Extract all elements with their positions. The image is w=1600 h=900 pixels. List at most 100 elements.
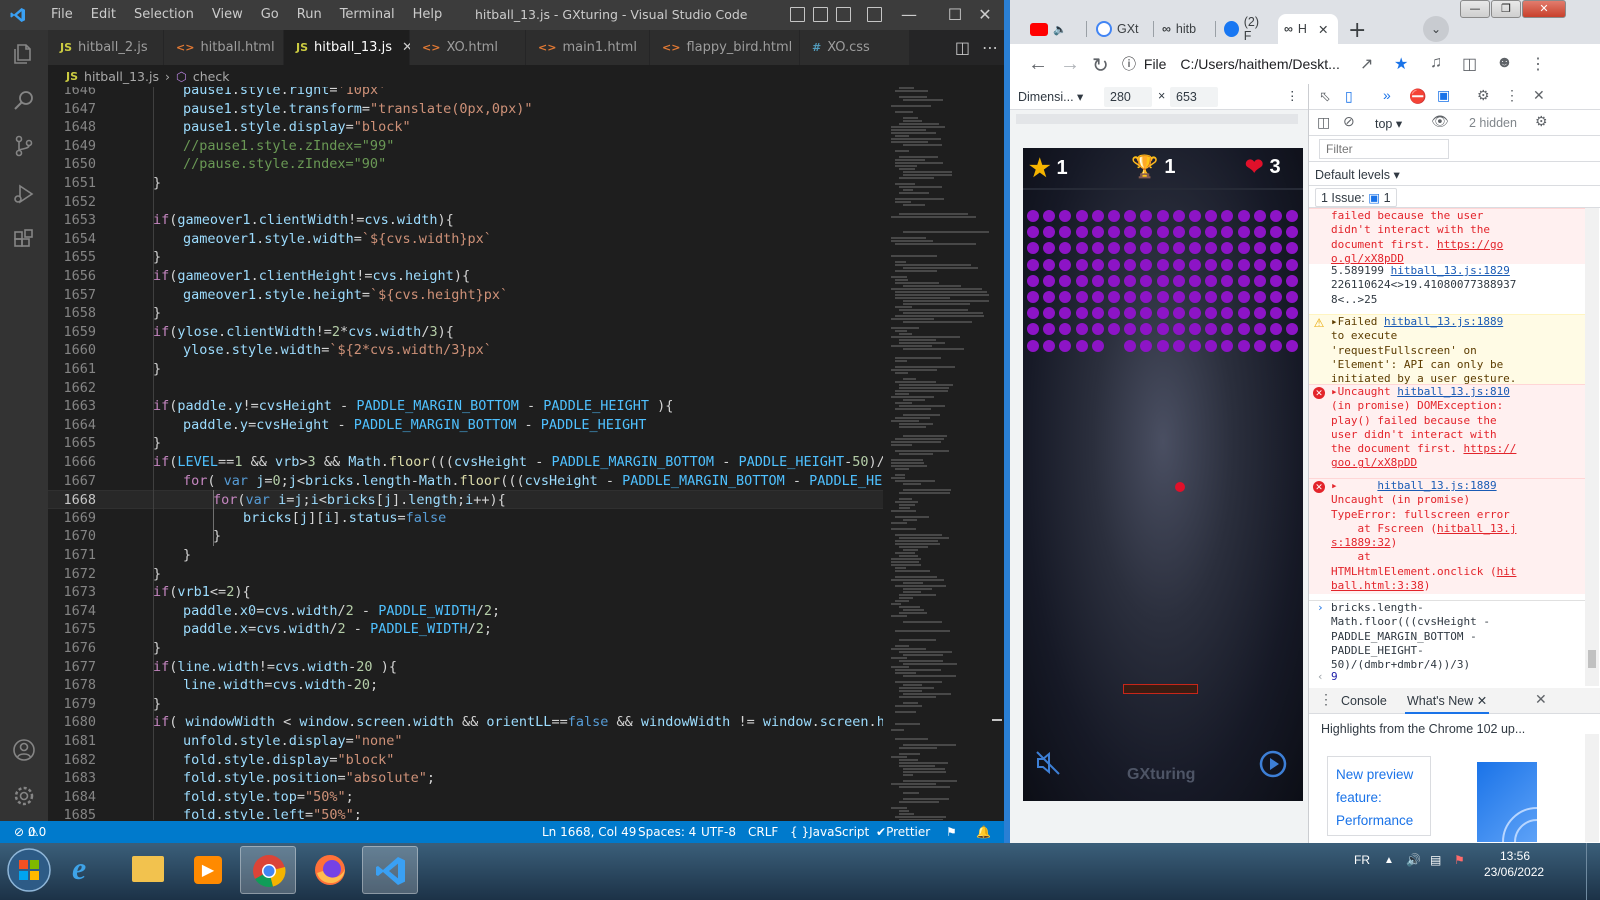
whats-new-card[interactable]: New preview feature: Performance: [1327, 756, 1431, 836]
split-editor-icon[interactable]: ◫: [955, 38, 970, 57]
sidebar-toggle-icon[interactable]: ◫: [1317, 114, 1330, 131]
reload-icon[interactable]: ↻: [1092, 53, 1109, 78]
device-width-input[interactable]: 280: [1104, 87, 1152, 107]
action-center-flag-icon[interactable]: ⚑: [1454, 853, 1465, 867]
toggle-sidebar-icon[interactable]: [790, 7, 805, 22]
extensions-icon[interactable]: [12, 228, 36, 252]
problems-indicator[interactable]: ⊘ 0 ⚠ 0: [14, 821, 46, 843]
console-input[interactable]: › bricks.length- Math.floor(((cvsHeight -…: [1309, 600, 1585, 672]
volume-icon[interactable]: 🔊: [1406, 853, 1421, 867]
code-line[interactable]: 1655}: [48, 248, 883, 267]
source-link[interactable]: hitball_13.js:1829: [1391, 264, 1510, 277]
code-line[interactable]: 1659 if(ylose.clientWidth!=2*cvs.width/3)…: [48, 323, 883, 342]
new-tab-button[interactable]: +: [1348, 18, 1366, 43]
menu-terminal[interactable]: Terminal: [331, 0, 404, 30]
accounts-icon[interactable]: [12, 738, 36, 762]
menu-go[interactable]: Go: [252, 0, 288, 30]
source-control-icon[interactable]: [12, 134, 36, 158]
code-line[interactable]: 1685 fold.style.left="50%";: [48, 806, 883, 820]
code-line[interactable]: 1670}: [48, 527, 883, 546]
indentation[interactable]: Spaces: 4: [638, 821, 696, 843]
network-icon[interactable]: ▤: [1430, 853, 1441, 867]
taskbar-firefox[interactable]: [302, 846, 358, 894]
explorer-icon[interactable]: [12, 42, 36, 66]
scrollbar-thumb[interactable]: [1588, 650, 1596, 668]
notifications-bell-icon[interactable]: 🔔: [976, 821, 991, 843]
live-expression-eye-icon[interactable]: 👁: [1431, 113, 1449, 130]
close-tab-icon[interactable]: ✕: [1477, 694, 1487, 708]
forward-arrow-icon[interactable]: →: [1060, 53, 1080, 76]
code-editor[interactable]: 1646 pause1.style.right='10px' 1647 pause1.…: [48, 87, 883, 820]
code-line[interactable]: 1664 paddle.y=cvsHeight - PADDLE_MARGIN_B…: [48, 416, 883, 435]
toggle-secondary-sidebar-icon[interactable]: [836, 7, 851, 22]
device-height-input[interactable]: 653: [1170, 87, 1218, 107]
inspect-element-icon[interactable]: ⬁: [1319, 88, 1331, 105]
restore-button[interactable]: ❐: [1491, 0, 1521, 18]
side-panel-icon[interactable]: ◫: [1462, 54, 1477, 74]
code-line[interactable]: 1665}: [48, 434, 883, 453]
tab-active-hitball[interactable]: ∞ H ✕: [1278, 14, 1338, 44]
clear-console-icon[interactable]: ⊘: [1343, 113, 1355, 130]
device-toggle-icon[interactable]: ▯: [1345, 88, 1353, 105]
context-select[interactable]: top ▾: [1375, 116, 1402, 131]
input-language[interactable]: FR: [1354, 853, 1370, 867]
console-scrollbar[interactable]: [1585, 208, 1599, 686]
close-devtools-icon[interactable]: ✕: [1533, 87, 1545, 104]
tab-google[interactable]: GXt: [1090, 14, 1150, 44]
play-button-icon[interactable]: [1259, 750, 1287, 778]
code-line[interactable]: 1658}: [48, 304, 883, 323]
address-bar[interactable]: ⓘ File C:/Users/haithem/Deskt...: [1122, 50, 1422, 78]
code-line[interactable]: 1662: [48, 379, 883, 398]
code-line[interactable]: 1650 //pause.style.zIndex="90": [48, 155, 883, 174]
bookmark-star-icon[interactable]: ★: [1394, 54, 1408, 74]
code-line[interactable]: 1657 gameover1.style.height=`${cvs.height…: [48, 286, 883, 305]
code-line[interactable]: 1652: [48, 193, 883, 212]
tab-hitball[interactable]: ∞ hitb: [1156, 14, 1212, 44]
source-link[interactable]: hitball_13.js:1889: [1377, 479, 1496, 492]
taskbar-file-explorer[interactable]: [120, 846, 176, 894]
clock-time[interactable]: 13:56: [1500, 849, 1530, 863]
tab-search-chevron-icon[interactable]: ⌄: [1423, 16, 1449, 42]
editor-scrollbar[interactable]: [990, 87, 1004, 820]
code-line[interactable]: 1683 fold.style.position="absolute";: [48, 769, 883, 788]
more-actions-icon[interactable]: ⋯: [982, 38, 998, 57]
code-line[interactable]: 1675 paddle.x=cvs.width/2 - PADDLE_WIDTH/…: [48, 620, 883, 639]
share-icon[interactable]: ↗: [1360, 54, 1373, 74]
show-hidden-icons-icon[interactable]: ▲: [1384, 855, 1394, 866]
menu-view[interactable]: View: [203, 0, 252, 30]
code-line[interactable]: 1676}: [48, 639, 883, 658]
more-options-icon[interactable]: ⋮: [1286, 88, 1299, 103]
close-button[interactable]: ✕: [1522, 0, 1566, 18]
menu-file[interactable]: File: [42, 0, 82, 30]
drawer-scrollbar[interactable]: [1585, 734, 1599, 842]
code-line[interactable]: 1648 pause1.style.display="block": [48, 118, 883, 137]
game-canvas[interactable]: ★ 1 🏆 1 ❤ 3 GXturing: [1023, 148, 1303, 801]
error-count-icon[interactable]: ⛔: [1409, 88, 1426, 105]
back-arrow-icon[interactable]: ←: [1028, 53, 1048, 76]
media-control-icon[interactable]: ♫: [1430, 54, 1442, 72]
profile-avatar-icon[interactable]: ☻: [1496, 54, 1513, 72]
issues-button[interactable]: 1 Issue: ▣ 1: [1315, 188, 1397, 207]
tab-hitball-2-js[interactable]: JS hitball_2.js: [48, 30, 164, 65]
show-desktop-button[interactable]: [1586, 843, 1600, 900]
code-line[interactable]: 1646 pause1.style.right='10px': [48, 87, 883, 100]
customize-layout-icon[interactable]: [867, 7, 882, 22]
mute-speaker-icon[interactable]: [1035, 750, 1061, 776]
menu-run[interactable]: Run: [288, 0, 331, 30]
source-link[interactable]: hitball_13.js:810: [1397, 385, 1510, 398]
code-line[interactable]: 1668 for(var i=j;i<bricks[j].length;i++){: [48, 490, 883, 509]
minimize-button[interactable]: —: [1460, 0, 1490, 18]
encoding[interactable]: UTF-8: [701, 821, 736, 843]
code-line[interactable]: 1684 fold.style.top="50%";: [48, 788, 883, 807]
tab-hitball-13-js[interactable]: JS hitball_13.js ✕: [284, 30, 413, 65]
tab-main1-html[interactable]: <> main1.html: [526, 30, 650, 65]
drawer-menu-icon[interactable]: ⋮: [1319, 691, 1333, 708]
close-button[interactable]: ✕: [962, 0, 1008, 30]
code-line[interactable]: 1653 if(gameover1.clientWidth!=cvs.width)…: [48, 211, 883, 230]
log-levels-select[interactable]: Default levels ▾: [1315, 167, 1400, 182]
feedback-icon[interactable]: ⚑: [946, 821, 957, 843]
settings-gear-icon[interactable]: [12, 784, 36, 808]
code-line[interactable]: 1680 if( windowWidth < window.screen.widt…: [48, 713, 883, 732]
settings-gear-icon[interactable]: ⚙: [1477, 87, 1490, 104]
breadcrumb-file[interactable]: hitball_13.js: [84, 69, 159, 84]
